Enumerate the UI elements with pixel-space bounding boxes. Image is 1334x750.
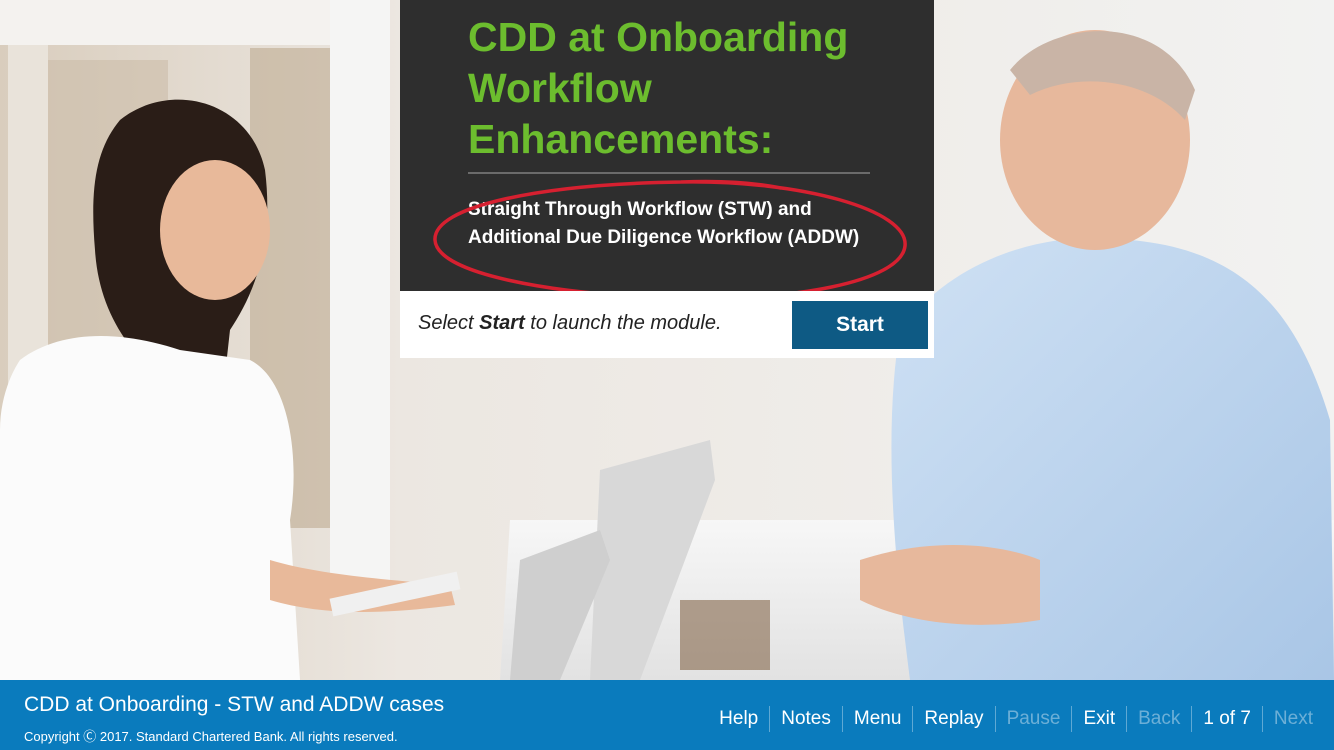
course-player: CDD at Onboarding Workflow Enhancements:…	[0, 0, 1334, 750]
help-button[interactable]: Help	[708, 706, 771, 732]
back-button[interactable]: Back	[1127, 706, 1193, 732]
title-card: CDD at Onboarding Workflow Enhancements:…	[400, 0, 934, 291]
notes-button[interactable]: Notes	[770, 706, 843, 732]
player-footer: CDD at Onboarding - STW and ADDW cases C…	[0, 680, 1334, 750]
start-instruction-keyword: Start	[479, 312, 525, 334]
exit-button[interactable]: Exit	[1072, 706, 1128, 732]
start-instruction-pre: Select	[418, 312, 480, 334]
menu-button[interactable]: Menu	[843, 706, 914, 732]
player-nav: Help Notes Menu Replay Pause Exit Back 1…	[708, 705, 1324, 733]
pause-button[interactable]: Pause	[996, 706, 1073, 732]
start-instruction-post: to launch the module.	[524, 312, 722, 334]
start-button[interactable]: Start	[792, 301, 928, 349]
next-button[interactable]: Next	[1263, 706, 1324, 732]
title-divider	[468, 172, 870, 174]
replay-button[interactable]: Replay	[913, 706, 996, 732]
start-instruction: Select Start to launch the module.	[418, 312, 722, 335]
module-title: CDD at Onboarding Workflow Enhancements:	[468, 14, 849, 162]
module-subtitle: Straight Through Workflow (STW) and Addi…	[468, 199, 860, 248]
page-indicator: 1 of 7	[1192, 706, 1263, 732]
course-title: CDD at Onboarding - STW and ADDW cases	[24, 693, 445, 716]
copyright-text: Copyright Ⓒ 2017. Standard Chartered Ban…	[24, 729, 398, 744]
start-panel: Select Start to launch the module. Start	[400, 291, 934, 358]
